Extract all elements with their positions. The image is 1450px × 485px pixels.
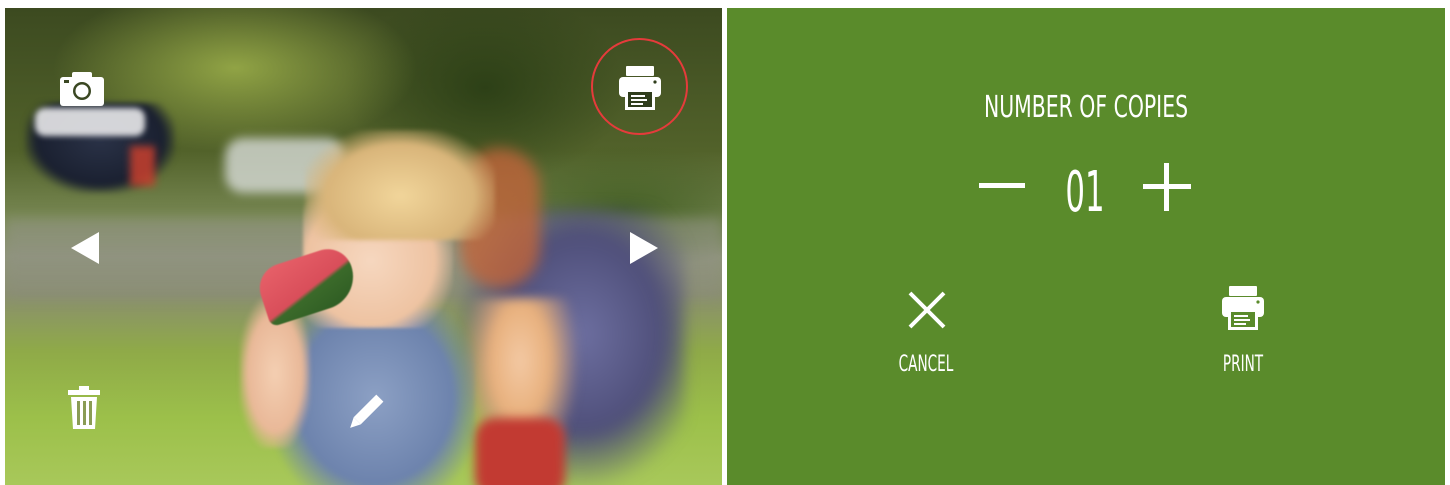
chevron-left-icon	[71, 232, 99, 264]
photo-viewer	[5, 8, 722, 485]
camera-icon	[60, 72, 104, 106]
photo-child-hair	[305, 130, 495, 240]
cancel-button[interactable]: CANCEL	[866, 288, 986, 398]
plus-icon	[1143, 163, 1191, 211]
print-label: PRINT	[1222, 352, 1264, 377]
print-button[interactable]	[617, 64, 663, 117]
pencil-icon	[350, 394, 384, 428]
camera-button[interactable]	[58, 70, 106, 113]
minus-icon	[979, 183, 1025, 188]
chevron-right-icon	[630, 232, 658, 264]
previous-photo-button[interactable]	[69, 230, 101, 271]
decrement-button[interactable]	[979, 176, 1027, 194]
increment-button[interactable]	[1143, 163, 1191, 216]
copies-count[interactable]: 01	[1063, 158, 1107, 228]
trash-icon	[68, 386, 100, 429]
next-photo-button[interactable]	[628, 230, 660, 271]
photo-second-child-shirt	[475, 418, 565, 485]
delete-button[interactable]	[66, 385, 102, 436]
confirm-print-button[interactable]: PRINT	[1183, 284, 1303, 398]
close-icon	[908, 291, 946, 329]
cancel-label: CANCEL	[898, 352, 954, 377]
photo-car-light	[130, 146, 155, 186]
dialog-title: NUMBER OF COPIES	[983, 90, 1189, 125]
printer-icon	[619, 66, 661, 110]
edit-button[interactable]	[342, 390, 388, 441]
printer-icon	[1222, 286, 1264, 330]
print-dialog: NUMBER OF COPIES 01 CANCEL PRINT	[727, 8, 1445, 485]
